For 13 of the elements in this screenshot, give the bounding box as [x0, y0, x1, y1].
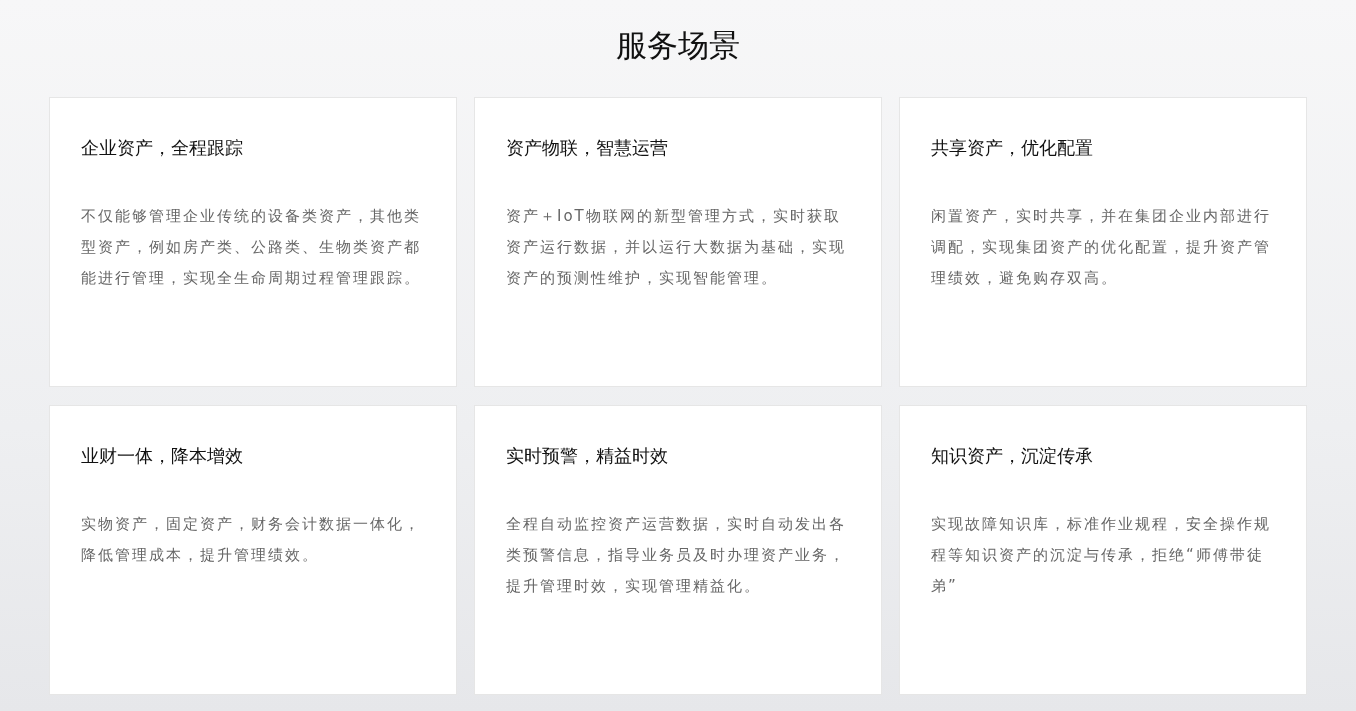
card-description: 资产＋IoT物联网的新型管理方式，实时获取资产运行数据，并以运行大数据为基础，实现资产的预测性维护，实现智能管理。: [506, 206, 847, 289]
card-description: 实现故障知识库，标准作业规程，安全操作规程等知识资产的沉淀与传承，拒绝“师傅带徒弟”: [931, 514, 1272, 597]
card-title: 资产物联，智慧运营: [506, 136, 668, 160]
card-description: 不仅能够管理企业传统的设备类资产，其他类型资产，例如房产类、公路类、生物类资产都能进行管理，实现全生命周期过程管理跟踪。: [81, 206, 422, 289]
card-title: 知识资产，沉淀传承: [931, 444, 1093, 468]
section-title: 服务场景: [616, 26, 740, 65]
card-title: 共享资产，优化配置: [931, 136, 1093, 160]
card-title: 业财一体，降本增效: [81, 444, 243, 468]
card-description: 全程自动监控资产运营数据，实时自动发出各类预警信息，指导业务员及时办理资产业务，提升管理时效，实现管理精益化。: [506, 514, 847, 597]
card-title: 企业资产，全程跟踪: [81, 136, 243, 160]
card-description: 闲置资产，实时共享，并在集团企业内部进行调配，实现集团资产的优化配置，提升资产管理绩效，避免购存双高。: [931, 206, 1272, 289]
card-title: 实时预警，精益时效: [506, 444, 668, 468]
card-description: 实物资产，固定资产，财务会计数据一体化，降低管理成本，提升管理绩效。: [81, 514, 422, 566]
